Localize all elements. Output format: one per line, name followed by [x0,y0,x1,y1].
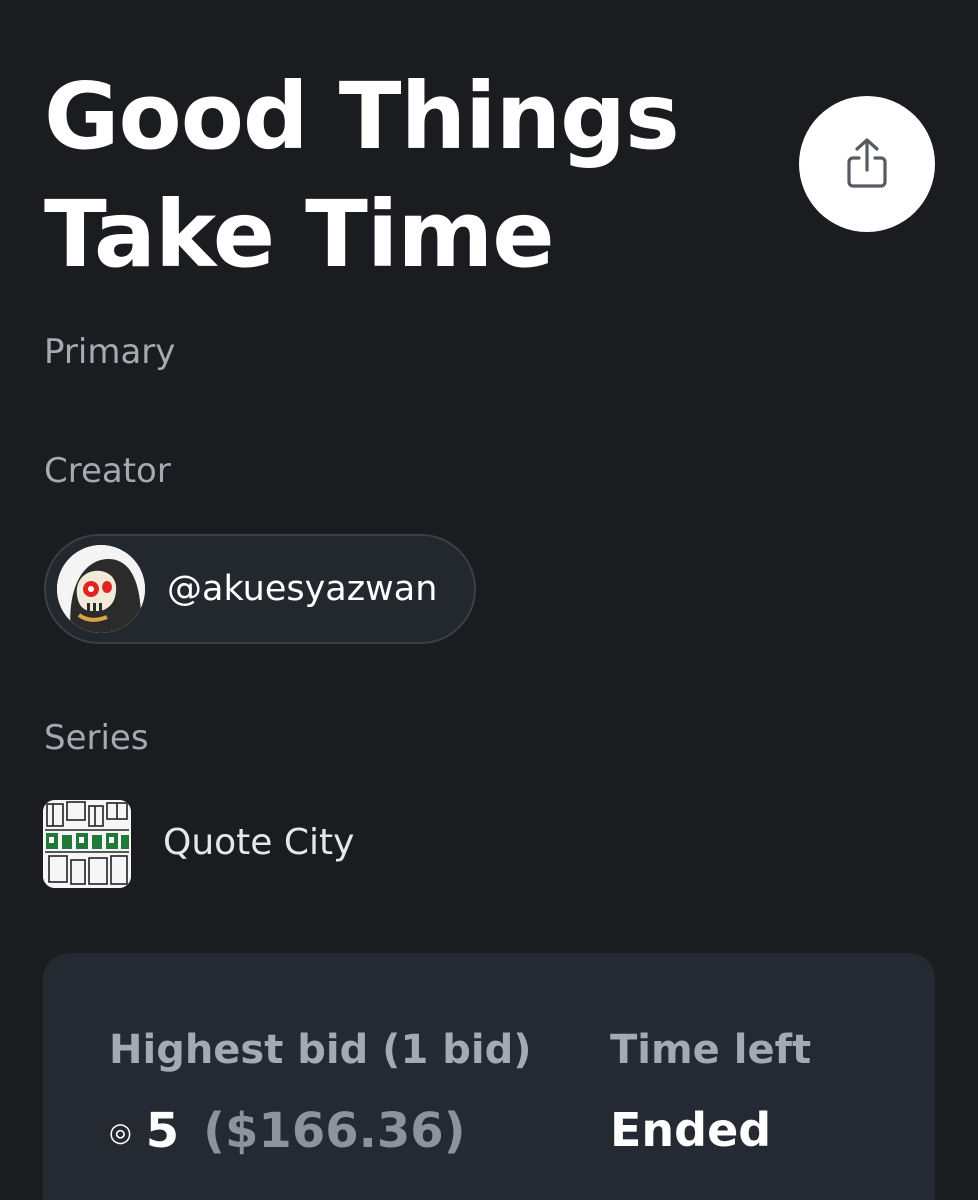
creator-handle: @akuesyazwan [167,569,438,609]
bid-usd-value: ($166.36) [203,1103,466,1159]
city-illustration-thumbnail-icon [43,800,131,888]
artwork-title-line-2: Take Time [44,181,555,288]
share-icon [847,138,887,188]
time-left-value: Ended [610,1103,772,1157]
auction-card: Highest bid (1 bid) ◎ 5 ($166.36) Time l… [43,953,935,1200]
currency-icon: ◎ [109,1118,132,1148]
creator-avatar [57,545,145,633]
artwork-detail-page: Good Things Take Time Primary Creator @ak… [0,0,978,1200]
sale-type-label: Primary [44,332,176,372]
series-name-link[interactable]: Quote City [163,822,354,863]
series-thumbnail[interactable] [43,800,131,888]
highest-bid-value: ◎ 5 ($166.36) [109,1103,466,1159]
artwork-title: Good Things Take Time [44,58,744,294]
highest-bid-label: Highest bid (1 bid) [109,1027,532,1073]
time-left-label: Time left [610,1027,812,1073]
bid-amount: 5 [145,1103,180,1159]
series-label: Series [44,718,149,758]
skull-hood-avatar-icon [57,545,145,633]
share-button[interactable] [799,96,935,232]
creator-chip[interactable]: @akuesyazwan [44,534,476,644]
artwork-title-line-1: Good Things [44,63,680,170]
creator-label: Creator [44,451,171,491]
